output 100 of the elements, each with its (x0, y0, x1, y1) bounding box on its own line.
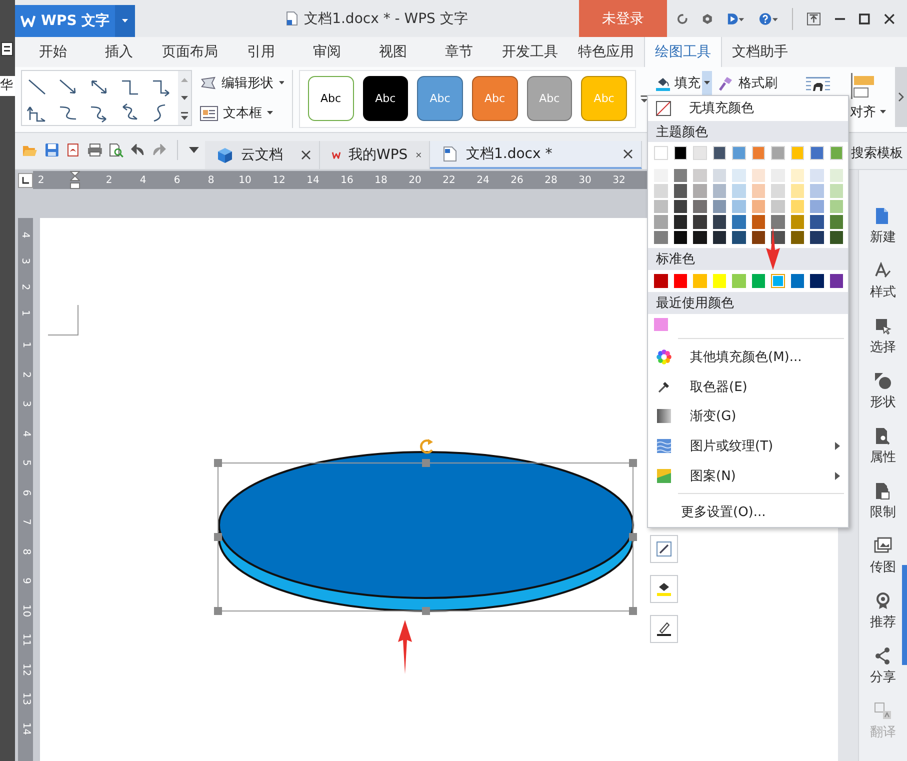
layout-options-button[interactable] (650, 535, 678, 563)
color-swatch[interactable] (674, 215, 687, 229)
redo-icon[interactable] (152, 144, 166, 156)
pdf-icon[interactable] (66, 143, 80, 157)
close-icon[interactable] (884, 12, 895, 24)
menu-item[interactable]: 渐变(G) (648, 401, 848, 432)
color-swatch[interactable] (674, 274, 687, 288)
color-swatch[interactable] (810, 184, 824, 198)
ribbon-tab[interactable]: 章节 (426, 37, 492, 67)
color-swatch[interactable] (790, 184, 804, 198)
help-icon[interactable] (758, 12, 778, 26)
ribbon-tab[interactable]: 视图 (360, 37, 426, 67)
color-swatch[interactable] (693, 274, 706, 288)
color-swatch[interactable] (654, 215, 668, 229)
color-swatch[interactable] (790, 274, 804, 288)
color-swatch[interactable] (810, 168, 824, 182)
color-swatch[interactable] (752, 168, 765, 182)
color-swatch[interactable] (732, 230, 746, 244)
fill-button[interactable]: 填充 (652, 74, 701, 92)
shape-outline-button[interactable] (650, 615, 678, 643)
tab-label[interactable]: 我的WPS (348, 146, 408, 164)
color-swatch[interactable] (771, 168, 784, 182)
document-tab[interactable]: 文档1.docx * (430, 141, 642, 169)
ribbon-tab[interactable]: 绘图工具 (644, 37, 722, 67)
color-swatch[interactable] (752, 146, 765, 160)
color-swatch[interactable] (790, 215, 804, 229)
color-swatch[interactable] (712, 184, 726, 198)
connector-icon[interactable] (26, 77, 48, 97)
color-swatch[interactable] (830, 215, 843, 229)
ribbon-tab[interactable]: 开发工具 (492, 37, 568, 67)
color-swatch[interactable] (752, 184, 765, 198)
ribbon-tab[interactable]: 开始 (20, 37, 86, 67)
document-tab[interactable]: 云文档 (205, 141, 320, 169)
shape-style-swatch[interactable]: Abc (362, 76, 408, 121)
color-swatch[interactable] (810, 274, 824, 288)
color-swatch[interactable] (693, 200, 706, 214)
color-swatch[interactable] (830, 184, 843, 198)
close-icon[interactable] (623, 149, 633, 159)
color-swatch[interactable] (790, 146, 804, 160)
app-menu-button[interactable]: WPS 文字 (15, 5, 115, 37)
color-swatch[interactable] (654, 230, 668, 244)
document-tab[interactable]: 我的WPS (320, 141, 430, 169)
color-swatch[interactable] (732, 215, 746, 229)
dropdown-icon[interactable] (189, 147, 199, 153)
color-swatch[interactable] (830, 274, 843, 288)
color-swatch[interactable] (654, 318, 668, 332)
tab-label[interactable]: 文档1.docx * (466, 145, 615, 163)
color-swatch[interactable] (771, 274, 784, 288)
color-swatch[interactable] (674, 146, 687, 160)
undo-icon[interactable] (131, 144, 146, 156)
color-swatch[interactable] (693, 230, 706, 244)
color-swatch[interactable] (830, 230, 843, 244)
sidebar-button[interactable]: 传图 (870, 537, 896, 592)
shape-fill-button[interactable] (650, 575, 678, 603)
sidebar-button[interactable]: 属性 (870, 427, 896, 482)
sidebar-button[interactable]: 样式 (870, 262, 896, 317)
color-swatch[interactable] (752, 215, 765, 229)
maximize-icon[interactable] (859, 12, 870, 24)
color-swatch[interactable] (712, 200, 726, 214)
close-icon[interactable] (301, 150, 311, 160)
color-swatch[interactable] (674, 230, 687, 244)
color-swatch[interactable] (654, 184, 668, 198)
ribbon-tab[interactable]: 审阅 (294, 37, 360, 67)
color-swatch[interactable] (693, 184, 706, 198)
pin-icon[interactable] (807, 12, 821, 26)
rotate-handle[interactable] (420, 439, 433, 454)
color-swatch[interactable] (810, 146, 824, 160)
menu-item[interactable]: 图片或纹理(T) (648, 431, 848, 461)
sidebar-button[interactable]: 推荐 (870, 592, 896, 647)
color-swatch[interactable] (790, 168, 804, 182)
color-swatch[interactable] (712, 230, 726, 244)
printer-icon[interactable] (86, 143, 102, 157)
color-swatch[interactable] (830, 146, 843, 160)
color-swatch[interactable] (674, 168, 687, 182)
ribbon-tab[interactable]: 引用 (228, 37, 294, 67)
color-swatch[interactable] (752, 200, 765, 214)
color-swatch[interactable] (771, 146, 784, 160)
menu-item[interactable]: 更多设置(O)... (648, 497, 848, 528)
color-swatch[interactable] (654, 274, 668, 288)
color-swatch[interactable] (752, 274, 765, 288)
sidebar-button[interactable]: 限制 (870, 482, 896, 537)
color-swatch[interactable] (790, 230, 804, 244)
color-swatch[interactable] (732, 168, 746, 182)
search-templates-link[interactable]: 搜索模板 (851, 144, 907, 169)
text-box-button[interactable]: 文本框 (200, 104, 284, 122)
color-swatch[interactable] (810, 230, 824, 244)
edit-shape-button[interactable]: 编辑形状 (200, 74, 284, 92)
color-swatch[interactable] (830, 200, 843, 214)
tab-stop-selector-icon[interactable] (18, 172, 33, 188)
color-swatch[interactable] (674, 184, 687, 198)
ribbon-tab[interactable]: 插入 (86, 37, 152, 67)
color-swatch[interactable] (732, 146, 746, 160)
color-swatch[interactable] (654, 200, 668, 214)
color-swatch[interactable] (712, 168, 726, 182)
color-swatch[interactable] (712, 146, 726, 160)
color-swatch[interactable] (654, 168, 668, 182)
print-preview-icon[interactable] (109, 142, 124, 158)
format-painter-button[interactable]: 格式刷 (718, 74, 778, 92)
sidebar-button[interactable]: 形状 (870, 372, 896, 427)
color-swatch[interactable] (752, 230, 765, 244)
